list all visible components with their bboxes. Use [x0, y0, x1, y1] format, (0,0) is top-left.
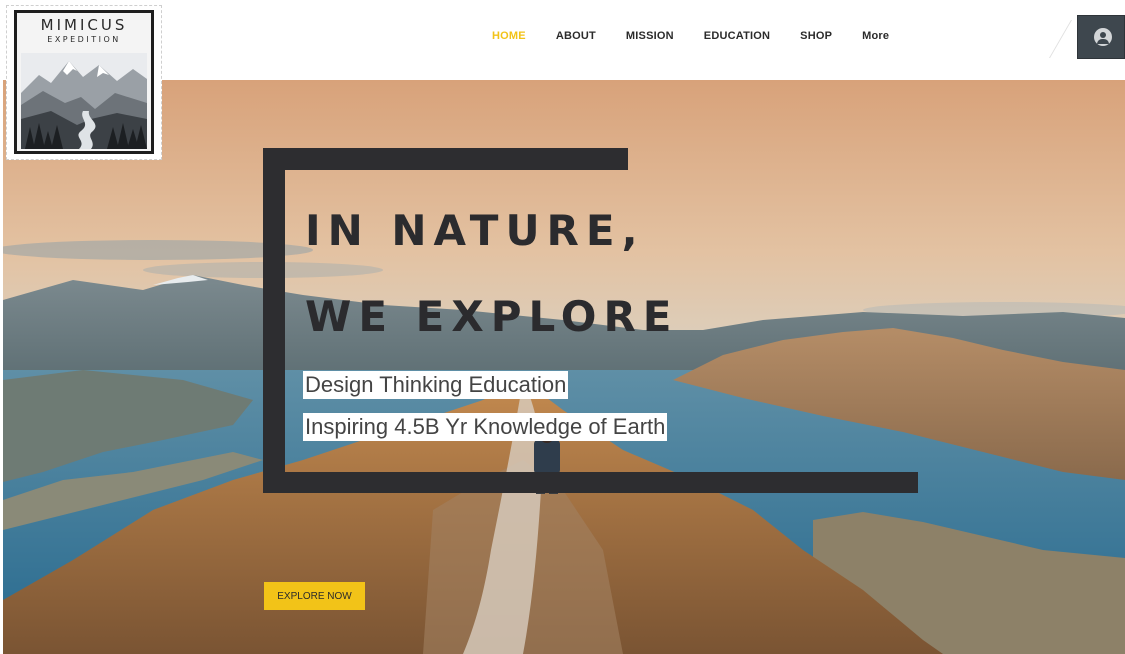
main-nav: HOME ABOUT MISSION EDUCATION SHOP More [492, 30, 919, 42]
headline-line-1: IN NATURE, [305, 206, 645, 255]
logo-frame: MIMICUS EXPEDITION [14, 10, 154, 154]
hero-headline: IN NATURE, WE EXPLORE [305, 188, 679, 360]
site-logo[interactable]: MIMICUS EXPEDITION [6, 5, 162, 160]
nav-shop[interactable]: SHOP [800, 30, 832, 42]
logo-title: MIMICUS [40, 16, 128, 34]
nav-education[interactable]: EDUCATION [704, 30, 770, 42]
nav-about[interactable]: ABOUT [556, 30, 596, 42]
nav-mission[interactable]: MISSION [626, 30, 674, 42]
hero-frame-top [263, 148, 628, 170]
site-header: HOME ABOUT MISSION EDUCATION SHOP More [0, 0, 1125, 80]
hero-frame-left [263, 148, 285, 493]
member-login-button[interactable] [1077, 15, 1125, 59]
nav-home[interactable]: HOME [492, 30, 526, 42]
mountain-valley-illustration [21, 53, 147, 149]
headline-line-2: WE EXPLORE [305, 292, 679, 341]
nav-more[interactable]: More [862, 30, 889, 42]
hero-frame-bottom [263, 472, 918, 493]
hero-subline-1: Design Thinking Education [303, 371, 569, 399]
hero-subline-2: Inspiring 4.5B Yr Knowledge of Earth [303, 413, 668, 441]
explore-now-button[interactable]: EXPLORE NOW [264, 582, 365, 610]
logo-subtitle: EXPEDITION [47, 35, 121, 44]
